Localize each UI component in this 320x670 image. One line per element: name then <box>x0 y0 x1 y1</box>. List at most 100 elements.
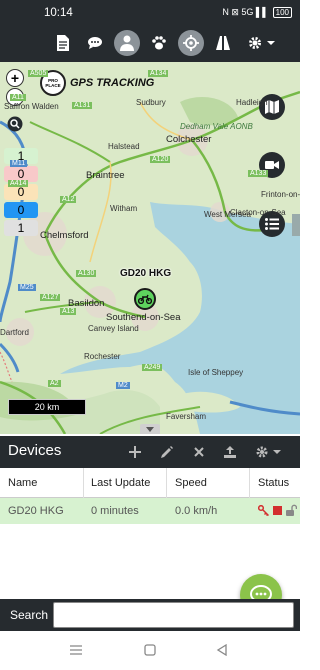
column-divider <box>249 468 250 498</box>
count-moving[interactable]: 0 <box>4 202 38 218</box>
device-name-cell: GD20 HKG <box>8 505 64 517</box>
report-icon[interactable] <box>50 30 76 56</box>
upload-icon <box>224 446 236 458</box>
pencil-icon <box>161 446 173 458</box>
speed-cell: 0.0 km/h <box>175 505 218 517</box>
back-nav-button[interactable] <box>216 643 228 661</box>
home-square-icon <box>144 644 156 656</box>
devices-panel-header: Devices <box>0 436 300 468</box>
device-settings-button[interactable] <box>254 444 284 460</box>
logo-text: GPS TRACKING <box>70 77 155 89</box>
place-label: Southend-on-Sea <box>106 312 181 323</box>
place-label: Sudbury <box>136 98 166 107</box>
side-drawer-handle[interactable] <box>292 214 300 236</box>
toolbar <box>0 26 300 62</box>
last-update-cell: 0 minutes <box>91 505 139 517</box>
devices-table: Name Last Update Speed Status GD20 HKG 0… <box>0 468 300 524</box>
place-label: Colchester <box>166 134 212 145</box>
home-nav-button[interactable] <box>144 643 156 661</box>
road-label: A127 <box>40 294 61 301</box>
target-icon[interactable] <box>178 30 204 56</box>
place-label: Canvey Island <box>88 324 139 333</box>
road-icon[interactable] <box>210 30 236 56</box>
road-label: A11 <box>10 94 26 101</box>
device-marker-label: GD20 HKG <box>120 268 172 279</box>
key-icon <box>257 504 270 519</box>
place-label: Witham <box>110 204 138 213</box>
place-label: Chelmsford <box>40 230 89 241</box>
chat-icon[interactable] <box>82 30 108 56</box>
video-camera-icon <box>265 161 279 169</box>
paw-icon[interactable] <box>146 30 172 56</box>
share-device-button[interactable] <box>222 444 238 460</box>
column-header[interactable]: Speed <box>175 477 207 489</box>
devices-title: Devices <box>8 442 62 459</box>
road-label: M11 <box>10 160 28 167</box>
road-label: A130 <box>76 270 97 277</box>
system-nav-bar <box>0 631 300 670</box>
collapse-handle[interactable] <box>140 424 160 434</box>
menu-nav-button[interactable] <box>70 643 82 661</box>
column-divider <box>83 468 84 498</box>
motorbike-icon <box>138 294 152 304</box>
status-time: 10:14 <box>44 7 73 19</box>
battery-icon: 100 <box>272 7 292 18</box>
road-label: M25 <box>18 284 36 291</box>
place-label: Faversham <box>166 412 207 421</box>
device-marker[interactable] <box>134 288 156 310</box>
delete-device-button[interactable] <box>191 444 207 460</box>
road-label: A131 <box>72 102 93 109</box>
column-header[interactable]: Last Update <box>91 477 150 489</box>
company-logo: PRO PLACE GPS TRACKING <box>40 70 154 96</box>
place-label: Frinton-on-Sea <box>261 190 300 199</box>
road-label: M2 <box>116 382 130 389</box>
table-row[interactable]: GD20 HKG 0 minutes 0.0 km/h <box>0 498 300 524</box>
status-indicators: N ⊠ 5G ▌▌ 100 <box>222 7 292 18</box>
gear-icon <box>256 446 281 458</box>
unlock-icon <box>285 504 298 519</box>
place-label: Dartford <box>0 328 29 337</box>
menu-icon <box>70 645 82 655</box>
back-triangle-icon <box>216 643 227 657</box>
map-background <box>0 90 300 434</box>
road-label: A134 <box>148 70 169 77</box>
road-label: A12 <box>60 196 77 203</box>
table-header: Name Last Update Speed Status <box>0 468 300 498</box>
place-label: Hadleigh <box>236 98 268 107</box>
search-bar: Search <box>0 599 300 631</box>
user-icon[interactable] <box>114 30 140 56</box>
place-label: Rochester <box>84 352 121 361</box>
gear-icon[interactable] <box>244 30 280 56</box>
column-divider <box>166 468 167 498</box>
map-scale: 20 km <box>8 399 86 415</box>
close-icon <box>194 447 204 457</box>
chevron-down-icon <box>146 426 154 432</box>
search-input[interactable] <box>53 602 294 628</box>
plus-icon <box>129 446 141 458</box>
road-label: A414 <box>8 180 29 187</box>
place-label: Braintree <box>86 170 125 181</box>
search-map-button[interactable] <box>6 115 24 133</box>
add-device-button[interactable] <box>127 444 143 460</box>
road-label: A249 <box>142 364 163 371</box>
place-label: Clacton-on-Sea <box>230 208 286 217</box>
column-header[interactable]: Name <box>8 477 37 489</box>
place-label: Halstead <box>108 142 140 151</box>
road-label: A13 <box>60 308 77 315</box>
place-label: Dedham Vale AONB <box>180 122 253 131</box>
stop-icon <box>273 506 282 515</box>
map[interactable]: PRO PLACE GPS TRACKING + − 1 0 0 0 1 Saf… <box>0 62 300 434</box>
magnifier-icon <box>7 116 23 132</box>
place-label: Isle of Sheppey <box>188 368 244 377</box>
signal-indicators: N ⊠ 5G ▌▌ <box>222 7 269 17</box>
road-label: A120 <box>150 156 171 163</box>
list-icon <box>265 218 279 230</box>
search-label: Search <box>10 608 49 622</box>
edit-device-button[interactable] <box>159 444 175 460</box>
road-label: A133 <box>248 170 269 177</box>
zoom-in-button[interactable]: + <box>6 69 24 87</box>
road-label: A505 <box>28 70 49 77</box>
road-label: A2 <box>48 380 61 387</box>
column-header[interactable]: Status <box>258 477 289 489</box>
count-unknown[interactable]: 1 <box>4 220 38 236</box>
